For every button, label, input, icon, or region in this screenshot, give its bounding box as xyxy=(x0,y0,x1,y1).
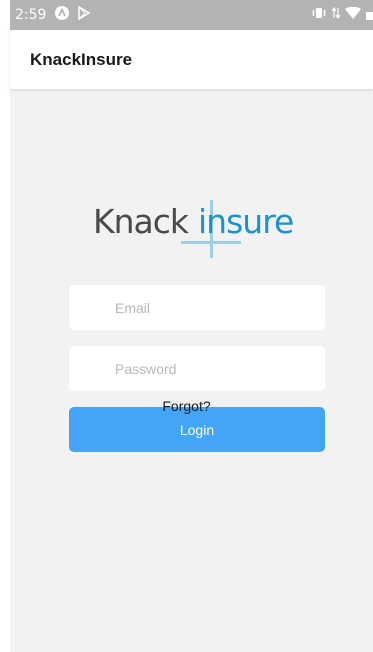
email-field[interactable] xyxy=(69,285,325,330)
status-right-icons xyxy=(311,6,373,24)
login-screen: Knack insure Login xyxy=(10,89,373,652)
play-store-icon xyxy=(78,5,91,24)
a-logo-icon xyxy=(54,5,70,25)
status-left-icons xyxy=(54,5,91,25)
forgot-password-link[interactable]: Forgot? xyxy=(0,398,373,414)
logo-text-knack: Knack xyxy=(93,202,189,241)
status-bar: 2:59 xyxy=(10,0,373,30)
battery-icon xyxy=(366,6,373,24)
data-arrows-icon xyxy=(331,6,341,24)
app-header: KnackInsure xyxy=(10,30,373,89)
knackinsure-logo: Knack insure xyxy=(93,200,303,260)
logo-text-insure: insure xyxy=(198,202,294,241)
password-field[interactable] xyxy=(69,346,325,391)
app-title: KnackInsure xyxy=(30,50,133,69)
vibrate-icon xyxy=(311,6,327,24)
wifi-icon xyxy=(345,6,361,24)
status-time: 2:59 xyxy=(15,7,47,23)
